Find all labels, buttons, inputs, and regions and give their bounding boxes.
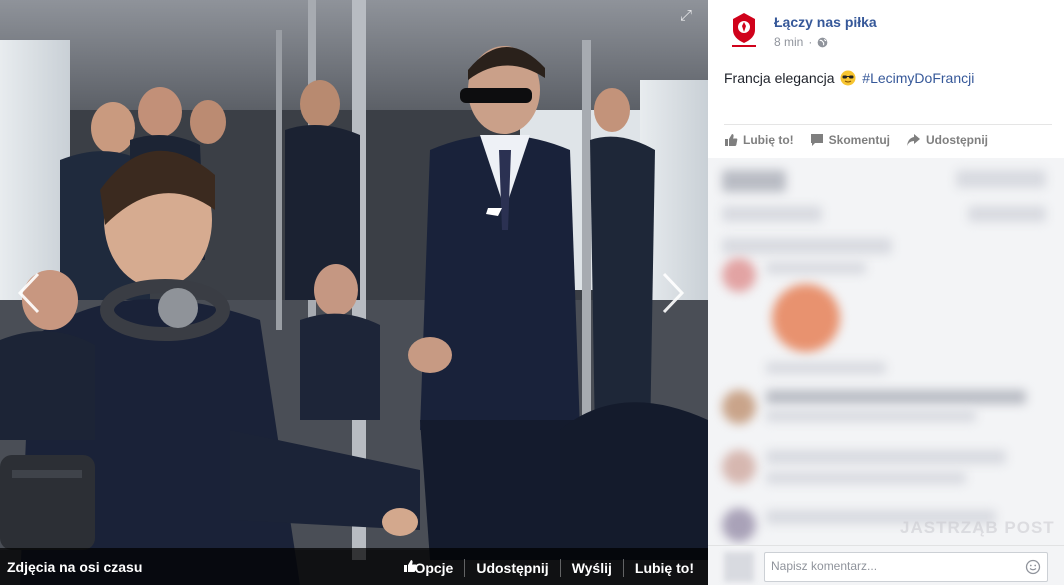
page-logo[interactable] (724, 10, 764, 50)
thumbs-up-icon (404, 560, 417, 572)
previous-photo-arrow-icon[interactable] (14, 270, 44, 316)
watermark-text: JASTRZĄB POST (900, 518, 1055, 537)
hashtag-link[interactable]: #LecimyDoFrancji (862, 70, 974, 86)
like-button[interactable]: Lubię to! (724, 133, 794, 147)
post-message-text: Francja elegancja (724, 70, 835, 86)
photo-viewer: ⤢ Zdjęcia na osi czasu Opcje Udostępnij … (0, 0, 708, 585)
sunglasses-emoji-icon (840, 70, 856, 89)
photo-action-bar: Zdjęcia na osi czasu Opcje Udostępnij Wy… (0, 548, 708, 585)
expand-icon[interactable]: ⤢ (678, 8, 694, 24)
comment-input[interactable] (765, 553, 1017, 579)
post-action-row: Lubię to! Skomentuj Udostępnij (724, 124, 1052, 147)
blurred-text (766, 390, 1026, 404)
share-arrow-icon (907, 134, 920, 146)
globe-icon[interactable] (817, 37, 828, 48)
blurred-avatar (722, 508, 756, 542)
comment-icon (810, 134, 823, 146)
share-button[interactable]: Udostępnij (465, 560, 559, 576)
smiley-icon[interactable] (1025, 559, 1041, 575)
page-name-link[interactable]: Łączy nas piłka (774, 14, 877, 30)
blurred-text (766, 450, 1006, 464)
comment-button[interactable]: Skomentuj (810, 133, 890, 147)
blurred-avatar (722, 390, 756, 424)
like-label: Lubię to! (743, 133, 794, 147)
blurred-avatar (722, 450, 756, 484)
blurred-text (766, 262, 866, 274)
blurred-text (722, 238, 892, 254)
share-label: Udostępnij (926, 133, 988, 147)
blurred-link (968, 206, 1046, 222)
user-avatar (724, 552, 754, 582)
next-photo-arrow-icon[interactable] (658, 270, 688, 316)
comment-label: Skomentuj (828, 133, 890, 147)
blurred-count (956, 170, 1046, 188)
album-link[interactable]: Zdjęcia na osi czasu (7, 559, 142, 575)
thumbs-up-icon (725, 134, 738, 146)
comments-list-blurred (708, 158, 1064, 545)
bus-photo (0, 0, 708, 585)
separator-dot: · (808, 35, 813, 49)
post-side-panel: Łączy nas piłka 8 min · Francja elegancj… (708, 0, 1064, 585)
comment-input-wrapper (764, 552, 1048, 582)
blurred-sticker (772, 284, 840, 352)
blurred-avatar (722, 258, 756, 292)
photo-actions: Opcje Udostępnij Wyślij Lubię to! (403, 559, 694, 577)
blurred-link (722, 206, 822, 222)
post-meta: 8 min · (774, 35, 828, 49)
blurred-text (766, 362, 886, 374)
blurred-text (766, 472, 966, 484)
blurred-text (766, 410, 976, 422)
post-message: Francja elegancja #LecimyDoFrancji (724, 70, 974, 89)
send-button[interactable]: Wyślij (561, 560, 623, 576)
blurred-reaction-icons (722, 170, 786, 192)
photo-like-button[interactable]: Lubię to! (404, 560, 694, 576)
post-timestamp[interactable]: 8 min (774, 35, 803, 49)
comment-composer (708, 545, 1064, 585)
share-post-button[interactable]: Udostępnij (906, 133, 988, 147)
photo-like-label: Lubię to! (634, 560, 694, 576)
